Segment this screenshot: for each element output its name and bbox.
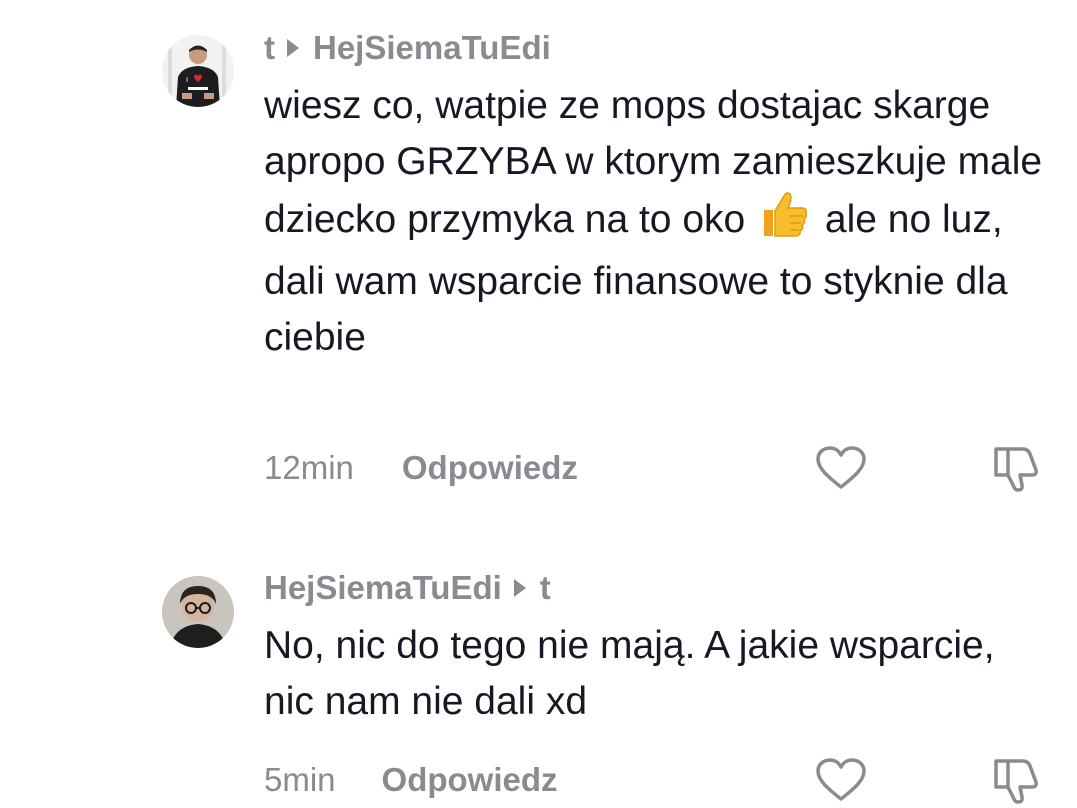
comment-header: HejSiemaTuEdi t [264,568,551,608]
comment-text: No, nic do tego nie mają. A jakie wsparc… [264,624,995,723]
comment-meta: 5min Odpowiedz [264,758,558,802]
reply-arrow-icon [513,579,526,597]
reply-button[interactable]: Odpowiedz [382,761,558,799]
avatar-person-glasses-icon [162,576,234,648]
heart-icon [816,758,866,801]
user-avatar[interactable] [162,576,234,648]
comment-item: HejSiemaTuEdi t No, nic do tego nie mają… [0,0,1077,808]
thumbs-down-icon [994,759,1038,804]
comment-author[interactable]: HejSiemaTuEdi [264,569,502,607]
reply-to-user[interactable]: t [540,569,551,607]
like-button[interactable] [813,752,869,808]
dislike-button[interactable] [988,752,1044,808]
comment-timestamp: 5min [264,761,336,798]
